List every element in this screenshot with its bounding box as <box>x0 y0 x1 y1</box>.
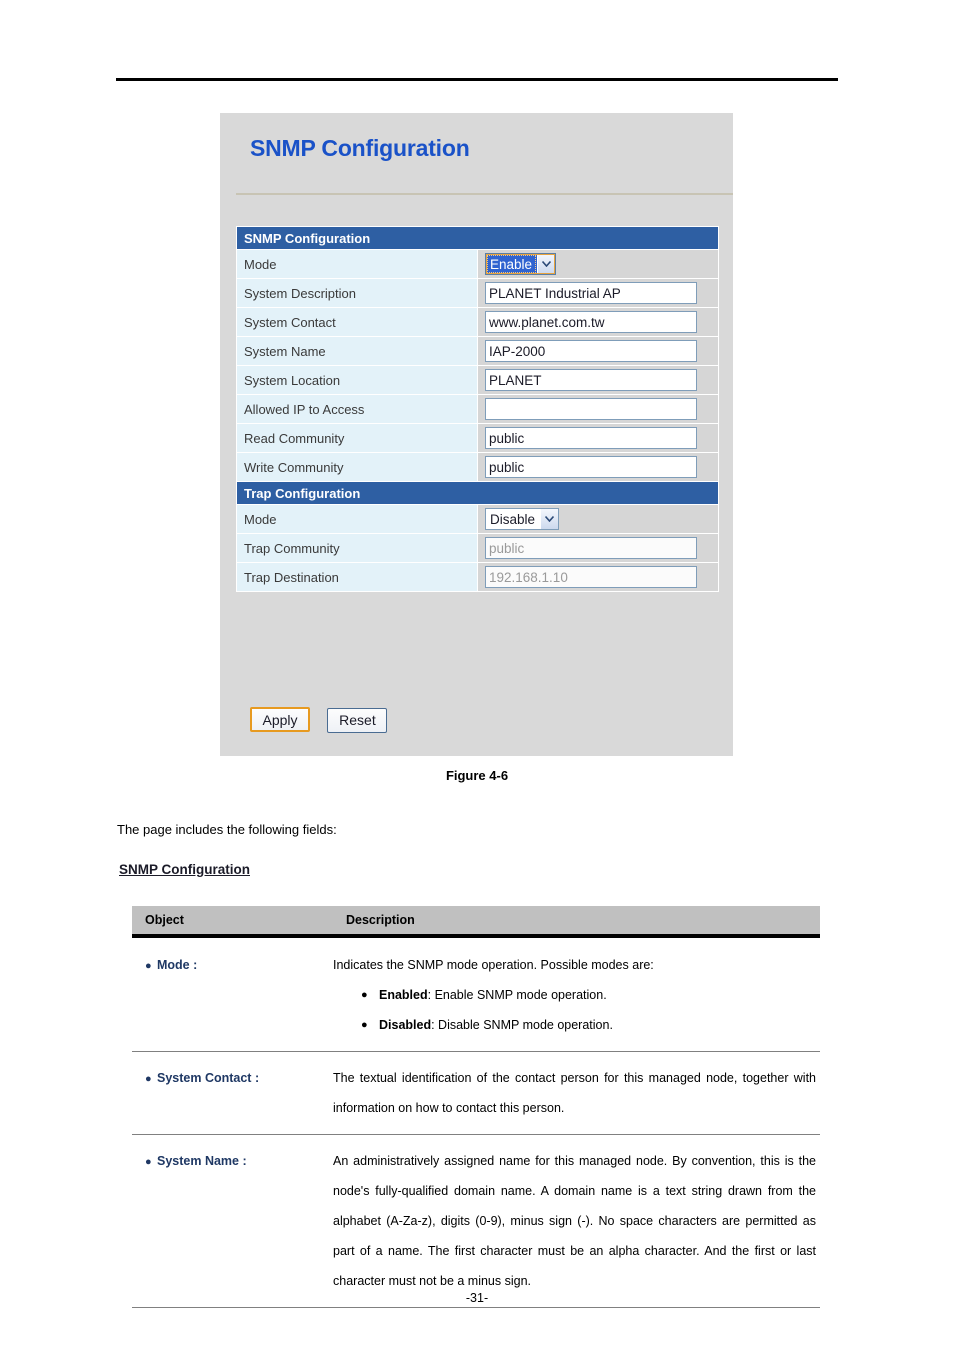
description-cell: Indicates the SNMP mode operation. Possi… <box>333 938 820 1052</box>
field-value-cell <box>477 278 719 308</box>
field-value-cell: Enable <box>477 249 719 279</box>
field-label-snmp-system-location: System Location <box>236 365 478 395</box>
description-text: Indicates the SNMP mode operation. Possi… <box>333 958 654 972</box>
input-snmp-allowed-ip-to-access[interactable] <box>485 398 697 420</box>
form-row: Write Community <box>236 452 719 482</box>
field-value-cell <box>477 452 719 482</box>
field-label-snmp-system-name: System Name <box>236 336 478 366</box>
page-header-rule <box>116 78 838 81</box>
form-row: Trap Destination <box>236 562 719 592</box>
field-description-table: Object Description ● Mode : Indicates the … <box>132 906 820 1308</box>
select-value: Enable <box>486 254 538 274</box>
description-text: An administratively assigned name for th… <box>333 1154 816 1288</box>
description-sublist: ● Enabled: Enable SNMP mode operation. ● Di… <box>333 980 816 1040</box>
form-row: System Contact <box>236 307 719 337</box>
list-item-term: Enabled <box>379 988 428 1002</box>
input-snmp-read-community[interactable] <box>485 427 697 449</box>
list-item: ● Disabled: Disable SNMP mode operation. <box>361 1010 816 1040</box>
select-snmp-mode[interactable]: Enable <box>485 253 557 275</box>
reset-button[interactable]: Reset <box>327 708 388 733</box>
field-value-cell <box>477 562 719 592</box>
object-label: System Contact : <box>157 1071 260 1085</box>
input-snmp-system-location[interactable] <box>485 369 697 391</box>
object-label: Mode : <box>157 958 198 972</box>
list-item-text: : Disable SNMP mode operation. <box>431 1018 613 1032</box>
table-row: ● System Contact : The textual identificat… <box>132 1051 820 1135</box>
bullet-icon: ● <box>361 989 368 1001</box>
field-value-cell <box>477 365 719 395</box>
field-label-snmp-allowed-ip-to-access: Allowed IP to Access <box>236 394 478 424</box>
title-divider <box>236 193 733 195</box>
column-header-description: Description <box>333 906 820 934</box>
chevron-down-icon <box>537 254 556 274</box>
object-cell-mode: ● Mode : <box>132 938 333 1052</box>
table-header-row: Object Description <box>132 906 820 934</box>
section-header-trap: Trap Configuration <box>236 481 719 505</box>
figure-caption: Figure 4-6 <box>445 768 509 783</box>
object-cell-system-name: ● System Name : <box>132 1134 333 1308</box>
section-subheading: SNMP Configuration <box>119 862 250 877</box>
form-row: System Name <box>236 336 719 366</box>
field-value-cell <box>477 533 719 563</box>
form-row: Mode Disable <box>236 504 719 534</box>
field-label-trap-trap-community: Trap Community <box>236 533 478 563</box>
list-item: ● Enabled: Enable SNMP mode operation. <box>361 980 816 1010</box>
list-item-term: Disabled <box>379 1018 432 1032</box>
field-label-snmp-system-contact: System Contact <box>236 307 478 337</box>
bullet-icon: ● <box>145 960 152 972</box>
list-item-text: : Enable SNMP mode operation. <box>427 988 607 1002</box>
description-cell: The textual identification of the contac… <box>333 1051 820 1135</box>
input-snmp-system-description[interactable] <box>485 282 697 304</box>
field-label-trap-trap-destination: Trap Destination <box>236 562 478 592</box>
field-label-snmp-mode: Mode <box>236 249 478 279</box>
form-button-row: Apply Reset <box>250 707 400 733</box>
field-value-cell <box>477 336 719 366</box>
description-cell: An administratively assigned name for th… <box>333 1134 820 1308</box>
input-trap-trap-destination[interactable] <box>485 566 697 588</box>
snmp-configuration-form: SNMP Configuration Mode Enable System Descr… <box>236 226 719 592</box>
bullet-icon: ● <box>361 1019 368 1031</box>
page-title: SNMP Configuration <box>250 135 470 161</box>
snmp-configuration-screenshot: SNMP Configuration SNMP Configuration Mod… <box>220 113 733 756</box>
bullet-icon: ● <box>145 1073 152 1085</box>
input-trap-trap-community[interactable] <box>485 537 697 559</box>
field-value-cell <box>477 394 719 424</box>
field-value-cell: Disable <box>477 504 719 534</box>
input-snmp-system-contact[interactable] <box>485 311 697 333</box>
chevron-down-icon <box>540 509 559 529</box>
section-header-snmp: SNMP Configuration <box>236 226 719 250</box>
object-cell-system-contact: ● System Contact : <box>132 1051 333 1135</box>
input-snmp-write-community[interactable] <box>485 456 697 478</box>
form-row: Trap Community <box>236 533 719 563</box>
field-label-snmp-read-community: Read Community <box>236 423 478 453</box>
column-header-object: Object <box>132 906 333 934</box>
object-label: System Name : <box>157 1154 247 1168</box>
page-number: -31- <box>465 1291 489 1305</box>
section-header-label: Trap Configuration <box>236 481 719 505</box>
form-row: System Description <box>236 278 719 308</box>
select-value: Disable <box>490 511 536 527</box>
bullet-icon: ● <box>145 1156 152 1168</box>
field-label-trap-mode: Mode <box>236 504 478 534</box>
field-label-snmp-system-description: System Description <box>236 278 478 308</box>
field-label-snmp-write-community: Write Community <box>236 452 478 482</box>
form-row: Allowed IP to Access <box>236 394 719 424</box>
apply-button[interactable]: Apply <box>250 707 310 732</box>
field-value-cell <box>477 307 719 337</box>
form-row: System Location <box>236 365 719 395</box>
field-value-cell <box>477 423 719 453</box>
form-row: Read Community <box>236 423 719 453</box>
table-row: ● System Name : An administratively assign… <box>132 1134 820 1308</box>
form-row: Mode Enable <box>236 249 719 279</box>
intro-paragraph: The page includes the following fields: <box>117 822 337 837</box>
table-row: ● Mode : Indicates the SNMP mode operation… <box>132 938 820 1052</box>
select-trap-mode[interactable]: Disable <box>485 508 560 530</box>
section-header-label: SNMP Configuration <box>236 226 719 250</box>
input-snmp-system-name[interactable] <box>485 340 697 362</box>
description-text: The textual identification of the contac… <box>333 1071 816 1115</box>
